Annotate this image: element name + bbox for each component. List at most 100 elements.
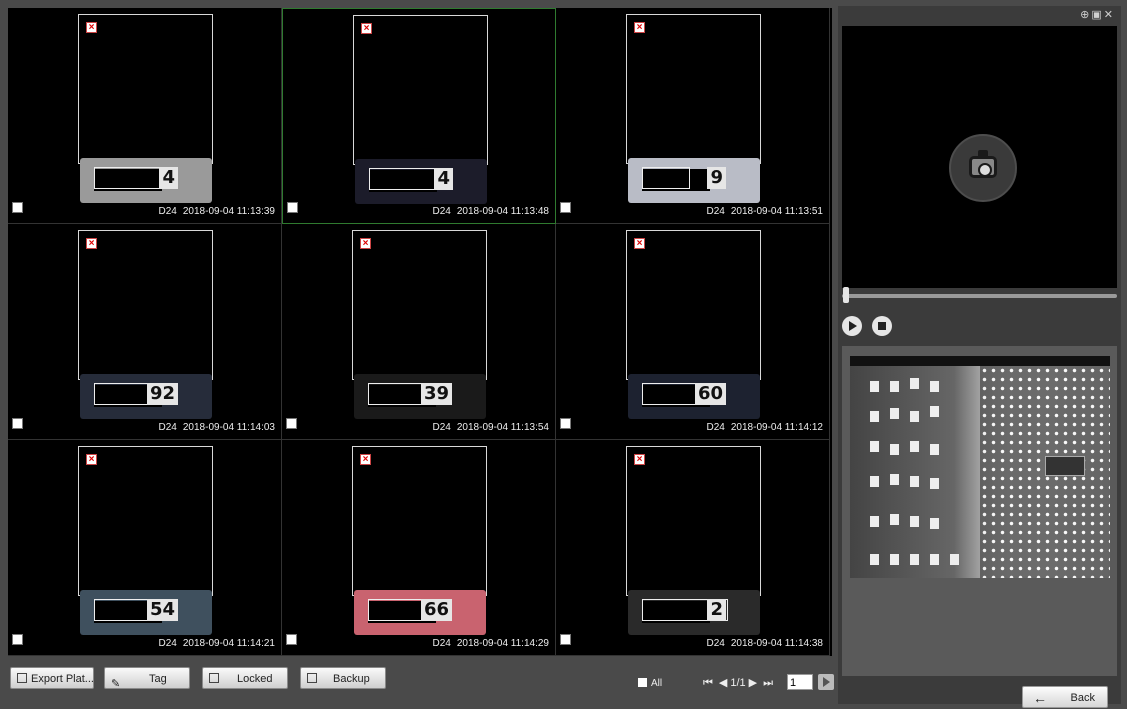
broken-image-icon: × bbox=[634, 22, 645, 33]
channel-label: D24 bbox=[432, 422, 451, 433]
snapshot-thumbnail[interactable]: × bbox=[78, 14, 213, 164]
panel-toolbar: ⊕▣✕ bbox=[1080, 8, 1115, 21]
window-icon[interactable]: ▣ bbox=[1091, 9, 1103, 21]
plate-image: 4 bbox=[80, 158, 212, 203]
snapshot-thumbnail[interactable]: × bbox=[626, 230, 761, 380]
select-checkbox[interactable] bbox=[560, 418, 571, 429]
channel-label: D24 bbox=[432, 206, 451, 217]
export-plate-button[interactable]: Export Plat... bbox=[10, 667, 94, 689]
prev-page-icon[interactable]: ◀ bbox=[719, 677, 727, 689]
zoom-icon[interactable]: ⊕ bbox=[1080, 9, 1091, 21]
select-checkbox[interactable] bbox=[287, 202, 298, 213]
snapshot-info: D24 2018-09-04 11:13:48 bbox=[427, 206, 549, 217]
plate-digits: 60 bbox=[694, 383, 726, 405]
tag-icon: ✎ bbox=[111, 678, 121, 690]
plate-image: 54 bbox=[80, 590, 212, 635]
video-player[interactable] bbox=[842, 26, 1117, 288]
save-icon bbox=[17, 673, 27, 683]
timestamp: 2018-09-04 11:14:03 bbox=[182, 422, 275, 433]
broken-image-icon: × bbox=[634, 238, 645, 249]
back-button[interactable]: ← Back bbox=[1022, 686, 1108, 708]
snapshot-cell[interactable]: × 39 D24 2018-09-04 11:13:54 bbox=[282, 224, 556, 440]
stop-button[interactable] bbox=[872, 316, 892, 336]
snapshot-thumbnail[interactable]: × bbox=[353, 15, 488, 165]
plate-digits: 39 bbox=[420, 383, 452, 405]
timestamp: 2018-09-04 11:13:48 bbox=[456, 206, 549, 217]
plate-digits: 54 bbox=[146, 599, 178, 621]
timestamp: 2018-09-04 11:14:12 bbox=[730, 422, 823, 433]
snapshot-thumbnail[interactable]: × bbox=[626, 446, 761, 596]
channel-label: D24 bbox=[158, 422, 177, 433]
plate-image: 39 bbox=[354, 374, 486, 419]
select-checkbox[interactable] bbox=[286, 418, 297, 429]
go-page-button[interactable] bbox=[818, 674, 834, 690]
snapshot-thumbnail[interactable]: × bbox=[78, 230, 213, 380]
channel-label: D24 bbox=[706, 422, 725, 433]
snapshot-info: D24 2018-09-04 11:14:38 bbox=[701, 638, 823, 649]
select-checkbox[interactable] bbox=[560, 634, 571, 645]
channel-label: D24 bbox=[432, 638, 451, 649]
snapshot-thumbnail[interactable]: × bbox=[626, 14, 761, 164]
snapshot-cell[interactable]: × 4 D24 2018-09-04 11:13:48 bbox=[282, 8, 556, 224]
camera-icon bbox=[949, 134, 1017, 202]
preview-panel: ⊕▣✕ ← Back bbox=[838, 6, 1121, 708]
timestamp: 2018-09-04 11:14:29 bbox=[456, 638, 549, 649]
first-page-icon[interactable]: ⏮ bbox=[703, 677, 713, 689]
snapshot-cell[interactable]: × 60 D24 2018-09-04 11:14:12 bbox=[556, 224, 830, 440]
timestamp: 2018-09-04 11:14:38 bbox=[730, 638, 823, 649]
backup-icon bbox=[307, 673, 317, 683]
select-checkbox[interactable] bbox=[12, 418, 23, 429]
checkbox-icon bbox=[638, 678, 647, 687]
timestamp: 2018-09-04 11:13:54 bbox=[456, 422, 549, 433]
select-checkbox[interactable] bbox=[560, 202, 571, 213]
timestamp: 2018-09-04 11:13:51 bbox=[730, 206, 823, 217]
snapshot-cell[interactable]: × 92 D24 2018-09-04 11:14:03 bbox=[8, 224, 282, 440]
select-checkbox[interactable] bbox=[12, 634, 23, 645]
snapshot-cell[interactable]: × 9 D24 2018-09-04 11:13:51 bbox=[556, 8, 830, 224]
playback-progress-bar[interactable] bbox=[842, 294, 1117, 298]
snapshot-thumbnail[interactable]: × bbox=[352, 446, 487, 596]
timestamp: 2018-09-04 11:13:39 bbox=[182, 206, 275, 217]
plate-digits: 9 bbox=[707, 167, 726, 189]
tag-button[interactable]: ✎ Tag bbox=[104, 667, 190, 690]
snapshot-info: D24 2018-09-04 11:14:03 bbox=[153, 422, 275, 433]
snapshot-cell[interactable]: × 2 D24 2018-09-04 11:14:38 bbox=[556, 440, 830, 656]
channel-label: D24 bbox=[706, 206, 725, 217]
broken-image-icon: × bbox=[360, 238, 371, 249]
snapshot-thumbnail[interactable]: × bbox=[78, 446, 213, 596]
broken-image-icon: × bbox=[86, 454, 97, 465]
plate-digits: 66 bbox=[420, 599, 452, 621]
snapshot-cell[interactable]: × 54 D24 2018-09-04 11:14:21 bbox=[8, 440, 282, 656]
plate-image: 66 bbox=[354, 590, 486, 635]
select-all-checkbox[interactable]: All bbox=[638, 678, 662, 689]
plate-image: 2 bbox=[628, 590, 760, 635]
snapshot-info: D24 2018-09-04 11:14:12 bbox=[701, 422, 823, 433]
locked-button[interactable]: Locked bbox=[202, 667, 288, 689]
plate-digits: 4 bbox=[434, 168, 453, 190]
select-checkbox[interactable] bbox=[12, 202, 23, 213]
select-checkbox[interactable] bbox=[286, 634, 297, 645]
plate-digits: 4 bbox=[159, 167, 178, 189]
next-page-icon[interactable]: ▶ bbox=[749, 677, 757, 689]
snapshot-cell[interactable]: × 4 D24 2018-09-04 11:13:39 bbox=[8, 8, 282, 224]
page-info: 1/1 bbox=[730, 677, 746, 689]
broken-image-icon: × bbox=[86, 238, 97, 249]
page-input[interactable]: 1 bbox=[787, 674, 813, 690]
broken-image-icon: × bbox=[361, 23, 372, 34]
snapshot-info: D24 2018-09-04 11:14:21 bbox=[153, 638, 275, 649]
snapshot-info: D24 2018-09-04 11:13:54 bbox=[427, 422, 549, 433]
snapshot-thumbnail[interactable]: × bbox=[352, 230, 487, 380]
play-button[interactable] bbox=[842, 316, 862, 336]
snapshot-grid: × 4 D24 2018-09-04 11:13:39 × 4 D24 2018-09-04 … bbox=[8, 8, 832, 656]
snapshot-info: D24 2018-09-04 11:14:29 bbox=[427, 638, 549, 649]
pager: ⏮ ◀ 1/1 ▶ ⏭ bbox=[700, 676, 776, 690]
snapshot-cell[interactable]: × 66 D24 2018-09-04 11:14:29 bbox=[282, 440, 556, 656]
arrow-left-icon: ← bbox=[1033, 690, 1047, 706]
progress-handle[interactable] bbox=[843, 287, 849, 303]
last-page-icon[interactable]: ⏭ bbox=[763, 677, 773, 689]
backup-button[interactable]: Backup bbox=[300, 667, 386, 689]
channel-label: D24 bbox=[706, 638, 725, 649]
plate-digits: 2 bbox=[707, 599, 726, 621]
lock-icon bbox=[209, 673, 219, 683]
close-icon[interactable]: ✕ bbox=[1104, 9, 1115, 21]
